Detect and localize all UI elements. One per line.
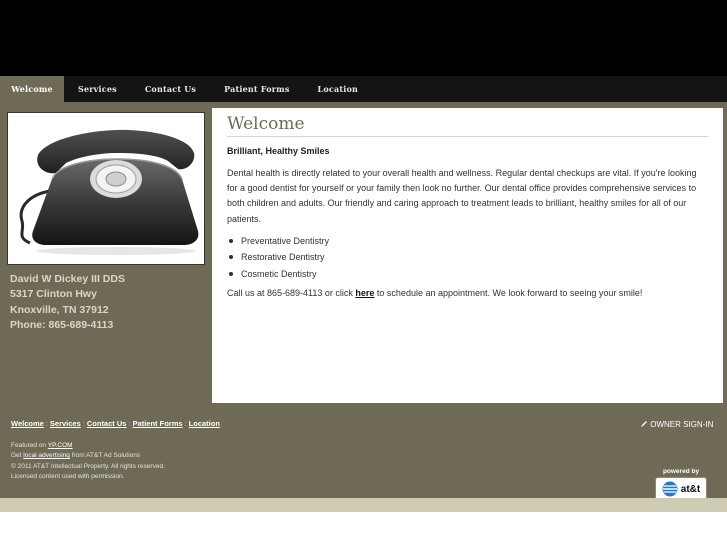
nav-location[interactable]: Location	[304, 76, 373, 102]
contact-info: David W Dickey III DDS 5317 Clinton Hwy …	[10, 272, 205, 334]
nav-services[interactable]: Services	[64, 76, 131, 102]
footer: Welcome: Services: Contact Us: Patient Form…	[0, 410, 727, 501]
local-advertising-link[interactable]: local advertising	[23, 452, 70, 459]
owner-signin-link[interactable]: OWNER SIGN-IN	[640, 420, 713, 429]
get-suffix: from AT&T Ad Solutions	[69, 452, 141, 460]
content-panel: Welcome Brilliant, Healthy Smiles Dental…	[212, 108, 723, 403]
content-subtitle: Brilliant, Healthy Smiles	[227, 146, 330, 156]
get-prefix: Get	[11, 452, 24, 460]
advertising-line: Get local advertising from AT&T Ad Solut…	[11, 451, 165, 461]
footer-link-location[interactable]: Location	[189, 419, 220, 428]
pencil-icon	[641, 421, 647, 427]
featured-prefix: Featured on	[11, 442, 48, 449]
bottom-stripe	[0, 498, 727, 512]
licensed-line: Licensed content used with permission.	[11, 473, 125, 481]
powered-by-label: powered by	[662, 468, 700, 475]
services-list: Preventative Dentistry Restorative Denti…	[227, 233, 708, 283]
att-globe-icon	[662, 481, 678, 497]
powered-by-badge[interactable]: powered by at&t	[655, 468, 707, 501]
footer-link-services[interactable]: Services	[50, 419, 81, 428]
telephone-icon	[19, 129, 199, 255]
content-body: Dental health is directly related to you…	[227, 168, 697, 224]
nav-contact-us[interactable]: Contact Us	[131, 76, 210, 102]
footer-link-contact-us[interactable]: Contact Us	[87, 419, 127, 428]
list-item: Cosmetic Dentistry	[227, 266, 708, 283]
office-photo	[7, 112, 205, 265]
practice-city: Knoxville, TN 37912	[10, 303, 109, 316]
list-item: Preventative Dentistry	[227, 233, 708, 250]
practice-address: 5317 Clinton Hwy	[10, 288, 97, 301]
practice-phone: Phone: 865-689-4113	[10, 319, 114, 332]
featured-line: Featured on YP.COM	[11, 441, 165, 451]
top-banner	[0, 0, 727, 76]
main-nav: Welcome Services Contact Us Patient Form…	[0, 76, 727, 102]
footer-nav: Welcome: Services: Contact Us: Patient Form…	[11, 419, 220, 428]
page-title: Welcome	[227, 114, 708, 137]
nav-welcome[interactable]: Welcome	[0, 76, 64, 102]
nav-patient-forms[interactable]: Patient Forms	[210, 76, 303, 102]
footer-legal: Featured on YP.COM Get local advertising…	[11, 441, 165, 483]
call-to-action: Call us at 865-689-4113 or click here to…	[227, 285, 708, 301]
list-item: Restorative Dentistry	[227, 249, 708, 266]
practice-name: David W Dickey III DDS	[10, 273, 125, 285]
yp-link[interactable]: YP.COM	[48, 442, 73, 449]
footer-link-welcome[interactable]: Welcome	[11, 419, 44, 428]
att-wordmark: at&t	[680, 483, 701, 495]
call-prefix: Call us at 865-689-4113 or click	[227, 288, 356, 299]
schedule-link[interactable]: here	[355, 288, 374, 298]
copyright-line: © 2011 AT&T Intellectual Property. All r…	[11, 462, 165, 470]
owner-signin-label: OWNER SIGN-IN	[650, 420, 714, 429]
call-suffix: to schedule an appointment. We look forw…	[374, 288, 643, 299]
footer-link-patient-forms[interactable]: Patient Forms	[133, 419, 183, 428]
